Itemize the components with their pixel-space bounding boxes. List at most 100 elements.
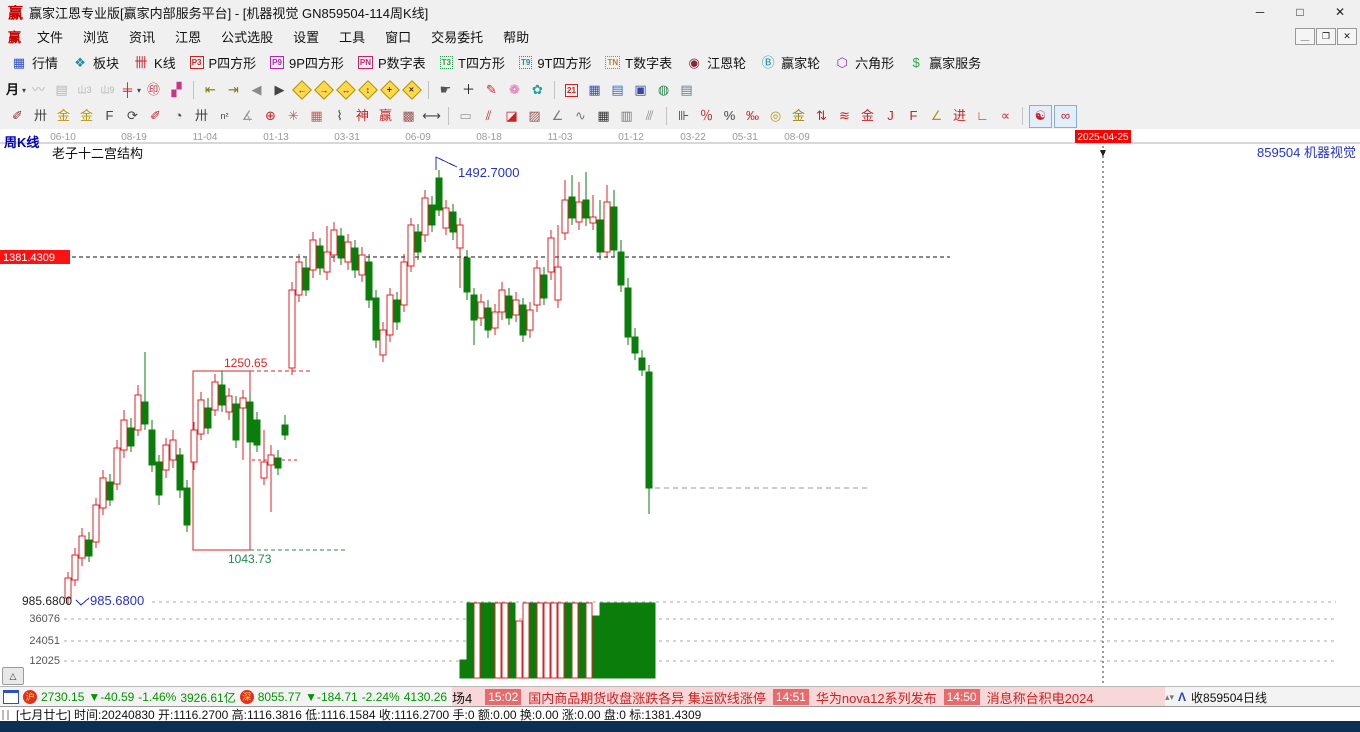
price-arrow-icon[interactable]: ⇅ xyxy=(811,106,832,127)
price-scale-icon[interactable]: ⊪ xyxy=(673,106,694,127)
pink-mascot-icon[interactable]: ❁ xyxy=(504,80,525,101)
ratio-line-icon[interactable]: ∝ xyxy=(995,106,1016,127)
stamp-icon[interactable]: ㊞ xyxy=(143,80,164,101)
sectors-button[interactable]: ❖ 板块 xyxy=(65,52,126,74)
v-grid-icon[interactable]: ▥ xyxy=(616,106,637,127)
taiji-button[interactable]: ☯ xyxy=(1029,104,1052,128)
t-square-button[interactable]: T3 T四方形 xyxy=(433,52,512,74)
9t-square-button[interactable]: T9 9T四方形 xyxy=(512,52,599,74)
gold-ruler-icon[interactable]: 金 xyxy=(53,106,74,127)
red-grid-icon[interactable]: ▦ xyxy=(306,106,327,127)
menu-item[interactable]: 浏览 xyxy=(73,24,119,48)
p-table-button[interactable]: PN P数字表 xyxy=(351,52,433,74)
speed-line-icon[interactable]: 进 xyxy=(949,106,970,127)
comb-icon[interactable]: 卅 xyxy=(191,106,212,127)
gold-line-icon[interactable]: 金 xyxy=(857,106,878,127)
menu-item[interactable]: 交易委托 xyxy=(421,24,493,48)
expand-button[interactable]: + xyxy=(380,80,400,100)
histogram-icon[interactable]: ▞ xyxy=(166,80,187,101)
9p-square-button[interactable]: P9 9P四方形 xyxy=(263,52,351,74)
export-button[interactable]: ◍ xyxy=(653,80,674,101)
gann-wheel-button[interactable]: ◉ 江恩轮 xyxy=(679,52,753,74)
menu-item[interactable]: 帮助 xyxy=(493,24,539,48)
period-month-button[interactable]: 月 ▾ xyxy=(5,80,26,101)
waves-icon[interactable]: ≋ xyxy=(834,106,855,127)
menu-item[interactable]: 文件 xyxy=(27,24,73,48)
bars9-tool-icon[interactable]: 山9 xyxy=(97,80,118,101)
save-button[interactable]: ▣ xyxy=(630,80,651,101)
hatch-icon[interactable]: ▨ xyxy=(524,106,545,127)
kline-button[interactable]: 卌 K线 xyxy=(126,52,183,74)
slant-lines-icon[interactable]: ⫻ xyxy=(639,106,660,127)
star-burst-icon[interactable]: ✳ xyxy=(283,106,304,127)
menu-item[interactable]: 公式选股 xyxy=(211,24,283,48)
black-grid-icon[interactable]: ▦ xyxy=(593,106,614,127)
maximize-button[interactable]: □ xyxy=(1280,0,1320,24)
permille-icon[interactable]: ‰ xyxy=(742,106,763,127)
fan-box-icon[interactable]: ◪ xyxy=(501,106,522,127)
infinity-button[interactable]: ∞ xyxy=(1054,104,1077,128)
gold-ruler2-icon[interactable]: 金 xyxy=(76,106,97,127)
hexagon-button[interactable]: ⬡ 六角形 xyxy=(827,52,901,74)
angle-lines-icon[interactable]: ∠ xyxy=(547,106,568,127)
menu-item[interactable]: 窗口 xyxy=(375,24,421,48)
candlestick-chart[interactable]: 06-10 08-19 11-04 01-13 03-31 06-09 08-18 11-03… xyxy=(0,129,1360,686)
pane-toggle-button[interactable]: △ xyxy=(2,667,24,685)
bars3-tool-icon[interactable]: 山3 xyxy=(74,80,95,101)
percent-retrace-icon[interactable]: ％ xyxy=(696,106,717,127)
f-ruler-icon[interactable]: F xyxy=(99,106,120,127)
next-bar-button[interactable]: ▶ xyxy=(269,80,290,101)
compress-button[interactable]: × xyxy=(402,80,422,100)
candle-style-button[interactable]: ╪ ▾ xyxy=(120,80,141,101)
close-button[interactable]: ✕ xyxy=(1320,0,1360,24)
prev-bar-button[interactable]: ◀ xyxy=(246,80,267,101)
last-bar-button[interactable]: ⇥ xyxy=(223,80,244,101)
gold-angle-icon[interactable]: ∠ xyxy=(926,106,947,127)
frame-icon[interactable]: ▭ xyxy=(455,106,476,127)
circle-target-icon[interactable]: ⊕ xyxy=(260,106,281,127)
shift-right-button[interactable]: → xyxy=(314,80,334,100)
angle-mirror-icon[interactable]: ∡ xyxy=(237,106,258,127)
news-headline[interactable]: 华为nova12系列发布 xyxy=(816,688,937,707)
winner-service-button[interactable]: $ 赢家服务 xyxy=(901,52,988,74)
winner-wheel-button[interactable]: Ⓑ 赢家轮 xyxy=(753,52,827,74)
menu-item[interactable]: 江恩 xyxy=(165,24,211,48)
menu-item[interactable]: 设置 xyxy=(283,24,329,48)
percent-icon[interactable]: % xyxy=(719,106,740,127)
minimize-button[interactable]: ─ xyxy=(1240,0,1280,24)
dense-grid-icon[interactable]: ▩ xyxy=(398,106,419,127)
ticker-scroll-control[interactable]: ▴▾ xyxy=(1165,692,1174,701)
chart-area[interactable]: 06-10 08-19 11-04 01-13 03-31 06-09 08-18 11-03… xyxy=(0,129,1360,686)
menu-item[interactable]: 工具 xyxy=(329,24,375,48)
j-line-icon[interactable]: J xyxy=(880,106,901,127)
p-square-button[interactable]: P3 P四方形 xyxy=(183,52,263,74)
crosshair-tool-button[interactable]: ＋ xyxy=(458,80,479,101)
hand-tool-button[interactable]: ☛ xyxy=(435,80,456,101)
f-line-icon[interactable]: F xyxy=(903,106,924,127)
t-table-button[interactable]: TN T数字表 xyxy=(598,52,679,74)
annotate-pen-button[interactable]: ✎ xyxy=(481,80,502,101)
shen-tool-icon[interactable]: 神 xyxy=(352,106,373,127)
zoom-vertical-button[interactable]: ↕ xyxy=(358,80,378,100)
n2-icon[interactable]: n² xyxy=(214,106,235,127)
print-button[interactable]: ▤ xyxy=(676,80,697,101)
zoom-horizontal-button[interactable]: ↔ xyxy=(336,80,356,100)
time-cycle-icon[interactable]: ◔ xyxy=(168,106,189,127)
grid-ruler-icon[interactable]: 卅 xyxy=(30,106,51,127)
child-restore-button[interactable]: ❐ xyxy=(1316,27,1336,45)
notepad-button[interactable]: ▤ xyxy=(607,80,628,101)
zigzag-icon[interactable]: ∿ xyxy=(570,106,591,127)
resistance-line-icon[interactable]: ∟ xyxy=(972,106,993,127)
quotes-button[interactable]: ▦ 行情 xyxy=(4,52,65,74)
child-close-button[interactable]: ✕ xyxy=(1337,27,1357,45)
ying-tool-icon[interactable]: 赢 xyxy=(375,106,396,127)
shift-left-button[interactable]: ← xyxy=(292,80,312,100)
spiral-icon[interactable]: ⟳ xyxy=(122,106,143,127)
quote-grid-icon[interactable] xyxy=(3,690,19,704)
news-headline[interactable]: 消息称台积电2024 xyxy=(987,688,1094,707)
gold-section-lines-icon[interactable]: 金 xyxy=(788,106,809,127)
child-minimize-button[interactable]: ＿ xyxy=(1295,27,1315,45)
news-ticker[interactable]: 场4 15:02 国内商品期货收盘涨跌各异 集运欧线涨停 14:51 华为nova12… xyxy=(452,687,1165,707)
news-headline[interactable]: 国内商品期货收盘涨跌各异 集运欧线涨停 xyxy=(528,688,766,707)
calendar-button[interactable]: 21 xyxy=(561,80,582,101)
